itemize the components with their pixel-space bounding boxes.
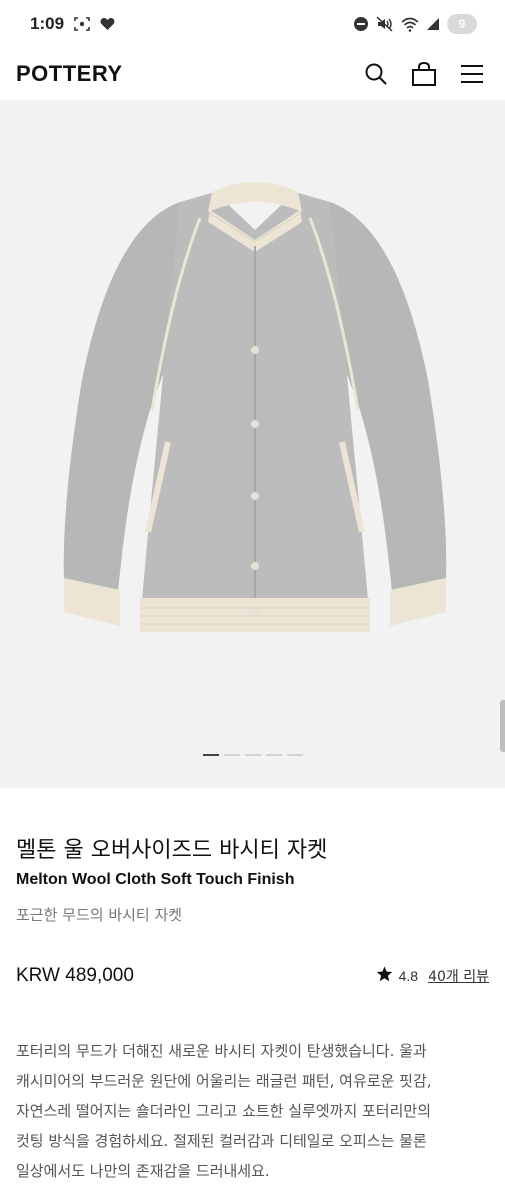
signal-icon — [426, 17, 440, 31]
product-image-gallery[interactable] — [0, 100, 505, 788]
header-actions — [361, 59, 487, 89]
product-title-korean: 멜톤 울 오버사이즈드 바시티 자켓 — [16, 838, 328, 863]
star-icon — [376, 966, 393, 986]
review-count-link[interactable]: 40개 리뷰 — [428, 966, 489, 986]
description-line: 자연스레 떨어지는 숄더라인 그리고 쇼트한 실루엣까지 포터리만의 — [16, 1102, 432, 1120]
menu-icon[interactable] — [457, 59, 487, 89]
product-title-english: Melton Wool Cloth Soft Touch Finish — [16, 871, 295, 888]
status-left: 1:09 — [30, 14, 115, 34]
gallery-dot[interactable] — [265, 754, 282, 756]
price-row: KRW 489,000 4.8 40개 리뷰 — [16, 962, 489, 990]
mute-icon — [376, 16, 394, 32]
brand-logo[interactable]: POTTERY — [16, 61, 123, 87]
rating-value: 4.8 — [398, 968, 419, 984]
gallery-dot[interactable] — [223, 754, 240, 756]
scrollbar-thumb[interactable] — [500, 700, 505, 752]
gallery-dot[interactable] — [286, 754, 303, 756]
description-line: 일상에서도 나만의 존재감을 드러내세요. — [16, 1162, 270, 1180]
product-description: 포터리의 무드가 더해진 새로운 바시티 자켓이 탄생했습니다. 울과 캐시미어… — [16, 1036, 483, 1186]
product-price: KRW 489,000 — [16, 965, 134, 986]
search-icon[interactable] — [361, 59, 391, 89]
app-header: POTTERY — [0, 48, 505, 100]
description-line: 포터리의 무드가 더해진 새로운 바시티 자켓이 탄생했습니다. 울과 — [16, 1042, 427, 1060]
status-right: 9 — [353, 14, 477, 34]
battery-indicator: 9 — [447, 14, 477, 34]
description-line: 컷팅 방식을 경험하세요. 절제된 컬러감과 디테일로 오피스는 물론 — [16, 1132, 427, 1150]
description-line: 캐시미어의 부드러운 원단에 어울리는 래글런 패턴, 여유로운 핏감, — [16, 1072, 432, 1090]
gallery-dot[interactable] — [244, 754, 261, 756]
screenshot-icon — [74, 16, 90, 32]
product-subtitle: 포근한 무드의 바시티 자켓 — [16, 906, 183, 924]
status-time: 1:09 — [30, 14, 65, 33]
gallery-pagination — [0, 754, 505, 756]
gallery-dot[interactable] — [202, 754, 219, 756]
rating-summary: 4.8 40개 리뷰 — [376, 966, 489, 986]
status-bar: 1:09 9 — [0, 0, 505, 48]
dnd-icon — [353, 16, 369, 32]
product-image-jacket — [63, 182, 447, 632]
heart-icon — [100, 17, 115, 31]
shopping-bag-icon[interactable] — [409, 59, 439, 89]
wifi-icon — [401, 17, 419, 32]
